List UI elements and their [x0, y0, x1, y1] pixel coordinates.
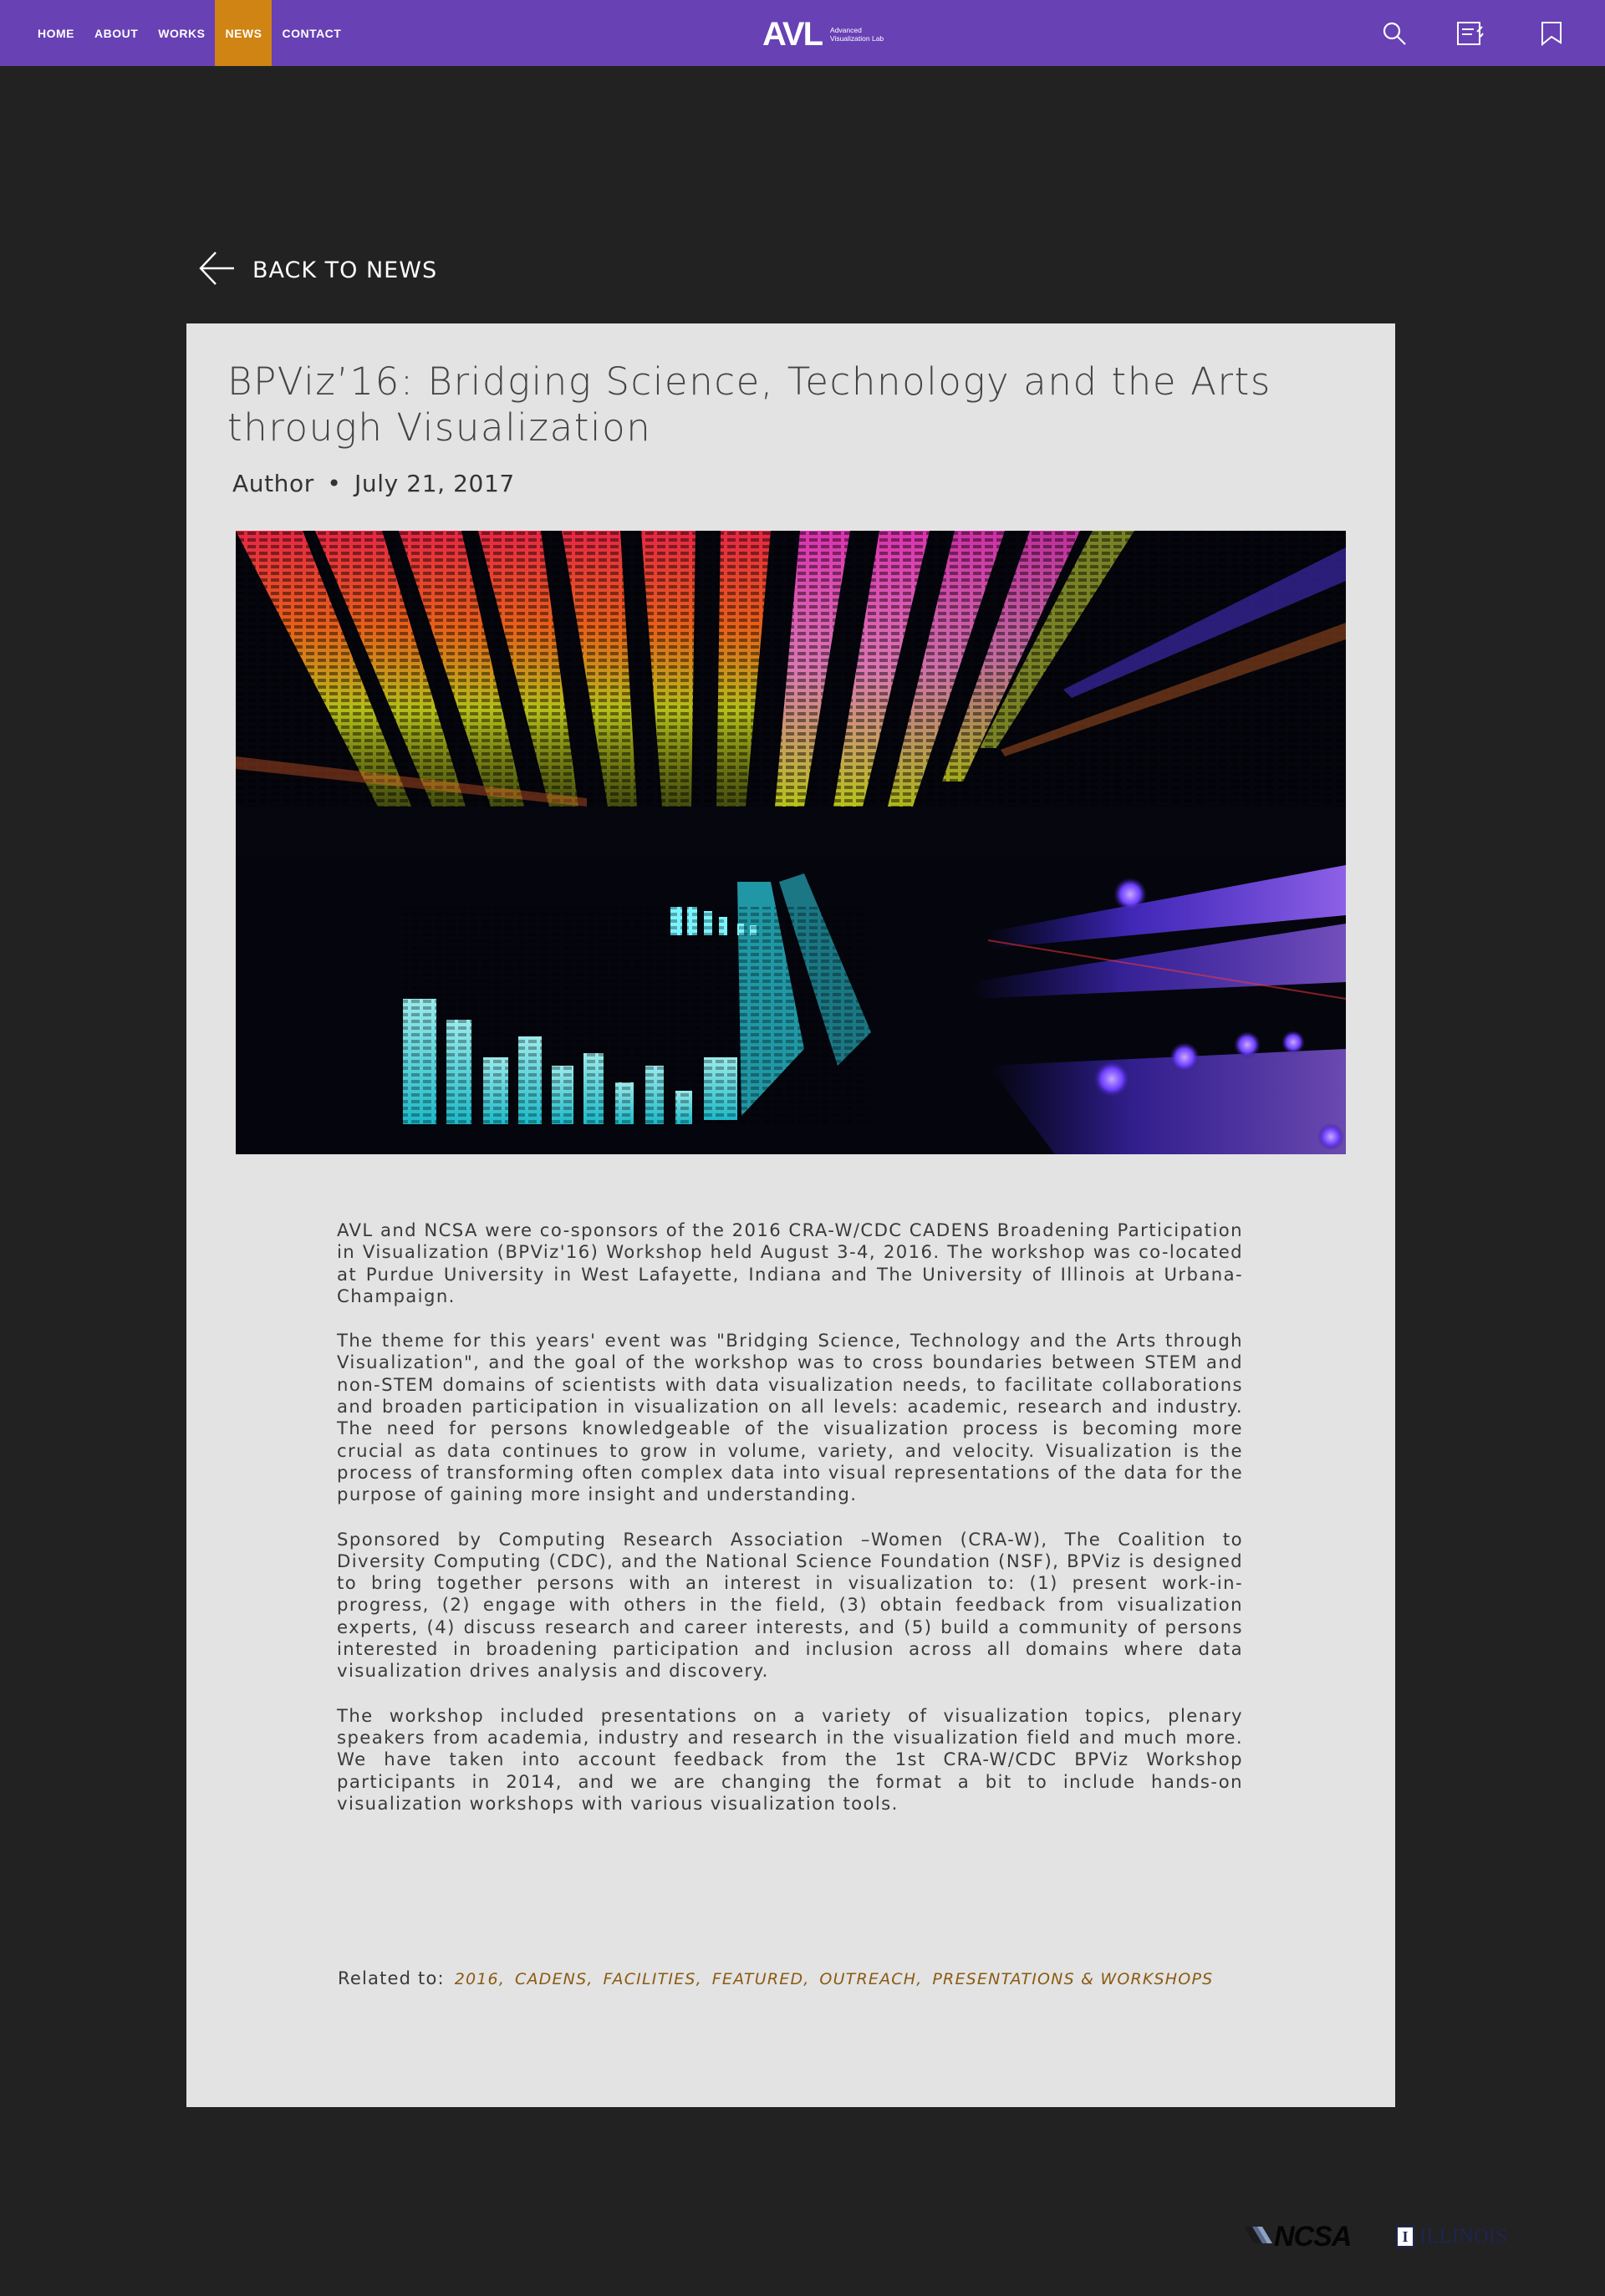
- article-meta: Author • July 21, 2017: [232, 470, 515, 497]
- nav-item-works[interactable]: WORKS: [148, 0, 215, 66]
- hero-image: [236, 531, 1346, 1154]
- logo-subtitle-line1: Advanced: [830, 26, 862, 34]
- nav-item-about[interactable]: ABOUT: [84, 0, 148, 66]
- article-card: BPViz’16: Bridging Science, Technology a…: [186, 323, 1395, 2107]
- search-icon[interactable]: [1379, 18, 1409, 48]
- tag-featured[interactable]: FEATURED,: [712, 1970, 810, 1988]
- related-label: Related to:: [338, 1968, 445, 1988]
- illinois-logo-text: ILLINOIS: [1419, 2225, 1508, 2248]
- tag-outreach[interactable]: OUTREACH,: [819, 1970, 922, 1988]
- article-body: AVL and NCSA were co-sponsors of the 201…: [337, 1219, 1243, 1837]
- tag-facilities[interactable]: FACILITIES,: [604, 1970, 702, 1988]
- article-paragraph: AVL and NCSA were co-sponsors of the 201…: [337, 1219, 1243, 1306]
- nav-item-home[interactable]: HOME: [28, 0, 84, 66]
- logo-mark: AVL: [762, 16, 823, 53]
- illinois-logo[interactable]: I ILLINOIS: [1396, 2220, 1507, 2253]
- ncsa-logo-text: NCSA: [1274, 2220, 1352, 2253]
- article-author: Author: [232, 470, 314, 497]
- article-paragraph: The workshop included presentations on a…: [337, 1704, 1243, 1814]
- ncsa-mark-icon: [1244, 2225, 1274, 2248]
- back-to-news-link[interactable]: BACK TO NEWS: [197, 249, 437, 291]
- logo-subtitle-line2: Visualization Lab: [830, 34, 884, 43]
- nav-item-news[interactable]: NEWS: [215, 0, 273, 66]
- ncsa-logo[interactable]: NCSA: [1244, 2220, 1352, 2253]
- document-icon[interactable]: [1455, 18, 1485, 48]
- top-nav-bar: HOME ABOUT WORKS NEWS CONTACT AVL Advanc…: [0, 0, 1605, 66]
- illinois-block-i-icon: I: [1396, 2226, 1414, 2248]
- tag-cadens[interactable]: CADENS,: [515, 1970, 594, 1988]
- avl-logo[interactable]: AVL Advanced Visualization Lab: [762, 18, 884, 51]
- article-date: July 21, 2017: [354, 470, 515, 497]
- arrow-left-icon: [197, 248, 237, 292]
- logo-subtitle: Advanced Visualization Lab: [830, 26, 884, 43]
- bookmark-icon[interactable]: [1536, 18, 1567, 48]
- article-paragraph: Sponsored by Computing Research Associat…: [337, 1528, 1243, 1682]
- article-paragraph: The theme for this years' event was "Bri…: [337, 1330, 1243, 1505]
- back-to-news-label: BACK TO NEWS: [252, 257, 438, 283]
- tag-2016[interactable]: 2016,: [455, 1970, 505, 1988]
- article-title: BPViz’16: Bridging Science, Technology a…: [227, 359, 1271, 450]
- nav-item-contact[interactable]: CONTACT: [272, 0, 351, 66]
- tag-presentations-workshops[interactable]: PRESENTATIONS & WORKSHOPS: [932, 1970, 1213, 1988]
- main-nav: HOME ABOUT WORKS NEWS CONTACT: [28, 0, 351, 66]
- related-tags: Related to: 2016, CADENS, FACILITIES, FE…: [338, 1968, 1213, 1988]
- meta-separator: •: [327, 470, 342, 497]
